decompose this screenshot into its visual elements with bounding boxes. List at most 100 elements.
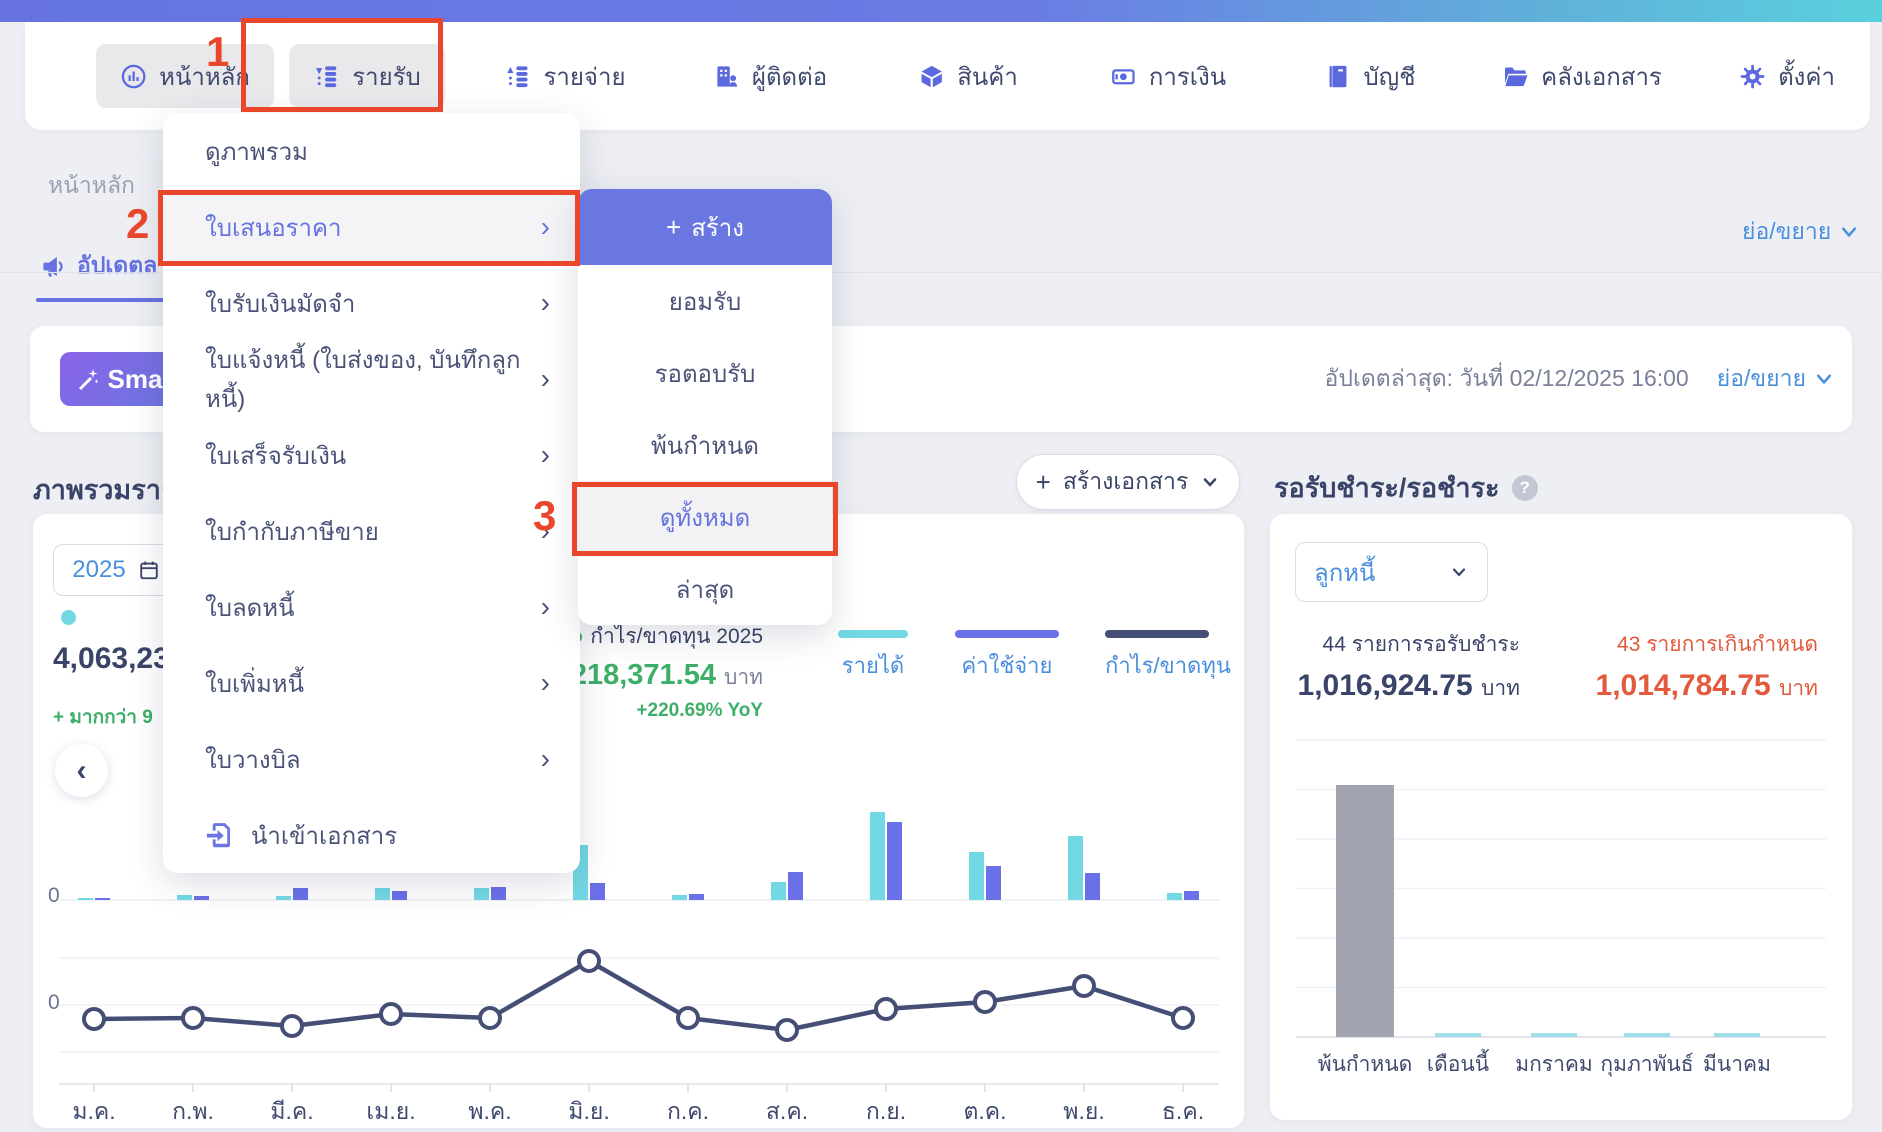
menu-item-deposit-receipt[interactable]: ใบรับเงินมัดจำ ›: [163, 265, 580, 341]
nav-item-expense[interactable]: รายจ่าย: [480, 44, 649, 108]
collapse-label: ย่อ/ขยาย: [1717, 361, 1806, 397]
menu-item-credit-note[interactable]: ใบลดหนี้ ›: [163, 569, 580, 645]
submenu-item-label: รอตอบรับ: [655, 354, 756, 393]
year-value: 2025: [72, 556, 125, 584]
x-tick-label: ก.พ.: [172, 1094, 214, 1130]
legend-income-label: รายได้: [838, 648, 908, 683]
menu-item-label: ใบรับเงินมัดจำ: [205, 284, 355, 323]
tab-updates[interactable]: อัปเดตล: [40, 248, 157, 284]
menu-item-tax-invoice[interactable]: ใบกำกับภาษีขาย ›: [163, 493, 580, 569]
chevron-right-icon: ›: [541, 287, 550, 319]
menu-item-label: ใบแจ้งหนี้ (ใบส่งของ, บันทึกลูกหนี้): [205, 340, 541, 418]
smart-assist-label: Sma: [108, 364, 163, 395]
nav-label: ตั้งค่า: [1778, 57, 1835, 96]
submenu-item-latest[interactable]: ล่าสุด: [578, 553, 832, 625]
nav-label: คลังเอกสาร: [1541, 57, 1662, 96]
accounting-icon: [1325, 63, 1352, 90]
profit-unit: บาท: [724, 666, 763, 689]
legend-profit[interactable]: กำไร/ขาดทุน: [1105, 630, 1209, 683]
chevron-right-icon: ›: [541, 591, 550, 623]
pending-chart-svg: [1270, 734, 1852, 1050]
x-tick-label: ส.ค.: [766, 1094, 808, 1130]
legend-expense-swatch: [955, 630, 1059, 638]
tab-updates-label: อัปเดตล: [77, 248, 157, 284]
legend-expense[interactable]: ค่าใช้จ่าย: [955, 630, 1059, 683]
nav-label: บัญชี: [1364, 57, 1416, 96]
menu-item-debit-note[interactable]: ใบเพิ่มหนี้ ›: [163, 645, 580, 721]
collapse-toggle-smartbar[interactable]: ย่อ/ขยาย: [1717, 361, 1834, 397]
menu-item-overview[interactable]: ดูภาพรวม: [163, 113, 580, 189]
annotation-number-3: 3: [533, 492, 556, 540]
chart-prev-button[interactable]: ‹: [55, 744, 108, 797]
nav-label: รายจ่าย: [543, 57, 625, 96]
create-document-label: สร้างเอกสาร: [1063, 464, 1188, 500]
menu-item-label: ใบเพิ่มหนี้: [205, 664, 304, 703]
menu-item-label: นำเข้าเอกสาร: [251, 816, 397, 855]
receivable-stat: 44 รายการรอรับชำระ 1,016,924.75 บาท: [1298, 628, 1520, 705]
menu-item-billing-note[interactable]: ใบวางบิล ›: [163, 721, 580, 797]
submenu-item-label: สร้าง: [691, 208, 744, 247]
debtor-filter-select[interactable]: ลูกหนี้: [1295, 542, 1488, 602]
submenu-item-label: พ้นกำหนด: [651, 426, 759, 465]
smart-assist-badge[interactable]: Sma: [60, 352, 178, 406]
submenu-item-accepted[interactable]: ยอมรับ: [578, 265, 832, 337]
submenu-item-create[interactable]: + สร้าง: [578, 189, 832, 265]
profit-value: 218,371.54: [571, 659, 716, 691]
nav-label: หน้าหลัก: [159, 57, 250, 96]
expense-icon: [504, 63, 531, 90]
contacts-icon: [713, 63, 740, 90]
magic-wand-icon: [76, 367, 100, 391]
overdue-amount: 1,014,784.75: [1596, 669, 1771, 702]
collapse-toggle-top[interactable]: ย่อ/ขยาย: [1742, 214, 1859, 250]
nav-label: ผู้ติดต่อ: [752, 57, 827, 96]
chevron-right-icon: ›: [541, 439, 550, 471]
x-tick-label: พ้นกำหนด: [1318, 1048, 1413, 1081]
profit-label: กำไร/ขาดทุน 2025: [590, 625, 763, 648]
menu-item-invoice[interactable]: ใบแจ้งหนี้ (ใบส่งของ, บันทึกลูกหนี้) ›: [163, 341, 580, 417]
annotation-number-1: 1: [206, 28, 229, 76]
annotation-box-1: [241, 18, 443, 112]
year-selector[interactable]: 2025: [53, 544, 179, 596]
app-screen: หน้าหลัก รายรับ รายจ่าย ผู้ติดต่อ สินค้า…: [0, 0, 1882, 1132]
receivable-amount: 1,016,924.75: [1298, 669, 1473, 702]
nav-item-products[interactable]: สินค้า: [894, 44, 1042, 108]
import-document-icon: [205, 820, 235, 850]
nav-item-documents[interactable]: คลังเอกสาร: [1478, 44, 1686, 108]
chevron-right-icon: ›: [541, 667, 550, 699]
x-tick-label: มีนาคม: [1703, 1048, 1771, 1081]
legend-profit-swatch: [1105, 630, 1209, 638]
x-tick-label: พ.ย.: [1063, 1094, 1104, 1130]
submenu-item-overdue[interactable]: พ้นกำหนด: [578, 409, 832, 481]
chevron-down-icon: [1814, 369, 1834, 389]
menu-item-receipt[interactable]: ใบเสร็จรับเงิน ›: [163, 417, 580, 493]
menu-item-import-documents[interactable]: นำเข้าเอกสาร: [163, 797, 580, 873]
debtor-filter-value: ลูกหนี้: [1314, 553, 1375, 592]
submenu-item-awaiting[interactable]: รอตอบรับ: [578, 337, 832, 409]
tab-active-underline: [36, 298, 164, 302]
legend-income[interactable]: รายได้: [838, 630, 908, 683]
annotation-box-3: [572, 482, 838, 556]
create-document-button[interactable]: + สร้างเอกสาร: [1016, 454, 1240, 510]
annotation-box-2: [158, 190, 580, 266]
nav-label: การเงิน: [1149, 57, 1226, 96]
income-total-note: + มากกว่า 9: [53, 702, 153, 732]
nav-item-contacts[interactable]: ผู้ติดต่อ: [689, 44, 851, 108]
overdue-unit: บาท: [1779, 677, 1818, 700]
menu-item-label: ใบเสร็จรับเงิน: [205, 436, 346, 475]
menu-item-label: ใบกำกับภาษีขาย: [205, 512, 379, 551]
chevron-right-icon: ›: [541, 363, 550, 395]
x-tick-label: ก.ย.: [866, 1094, 906, 1130]
nav-item-accounting[interactable]: บัญชี: [1301, 44, 1440, 108]
x-tick-label: พ.ค.: [468, 1094, 511, 1130]
nav-item-settings[interactable]: ตั้งค่า: [1715, 44, 1859, 108]
overdue-count: 43 รายการเกินกำหนด: [1596, 628, 1818, 661]
settings-icon: [1739, 63, 1766, 90]
quotation-submenu: + สร้าง ยอมรับ รอตอบรับ พ้นกำหนด ดูทั้งห…: [578, 189, 832, 625]
legend-profit-label: กำไร/ขาดทุน: [1105, 648, 1209, 683]
help-icon[interactable]: ?: [1512, 475, 1538, 501]
breadcrumb: หน้าหลัก: [48, 168, 135, 204]
annotation-number-2: 2: [126, 200, 149, 248]
nav-item-finance[interactable]: การเงิน: [1086, 44, 1250, 108]
dashboard-icon: [120, 63, 147, 90]
x-tick-label: มี.ค.: [270, 1094, 313, 1130]
